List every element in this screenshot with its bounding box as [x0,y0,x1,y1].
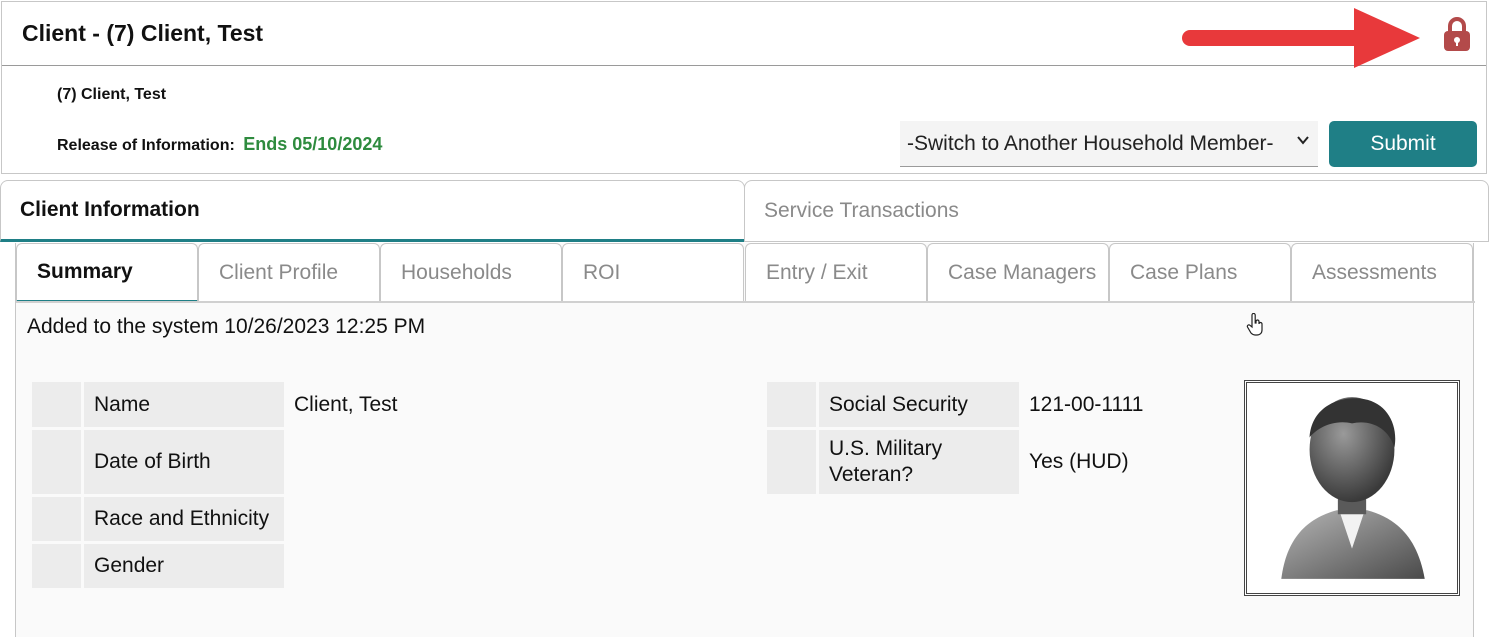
tab-entry-exit[interactable]: Entry / Exit [745,243,927,303]
client-information-panel: Summary Client Profile Households ROI En… [15,243,1475,637]
submit-button[interactable]: Submit [1329,121,1477,167]
tab-service-transactions[interactable]: Service Transactions [744,180,1489,242]
field-row-dob: Date of Birth [32,430,294,494]
field-label: Date of Birth [84,430,284,494]
field-label: U.S. Military Veteran? [819,430,1019,494]
field-label: Race and Ethnicity [84,497,284,541]
person-silhouette-icon [1281,397,1425,579]
tab-households[interactable]: Households [380,243,562,303]
field-value: Client, Test [294,392,398,416]
roi-info: Release of Information: Ends 05/10/2024 [57,134,382,155]
field-value: 121-00-1111 [1029,392,1144,416]
tab-case-managers[interactable]: Case Managers [927,243,1109,303]
tab-assessments[interactable]: Assessments [1291,243,1473,303]
tab-case-plans[interactable]: Case Plans [1109,243,1291,303]
row-marker [32,497,81,541]
field-value [284,544,294,588]
tab-client-information[interactable]: Client Information [0,180,745,242]
row-marker [32,544,81,588]
field-row-gender: Gender [32,544,294,588]
row-marker [32,430,81,494]
annotation-arrow-icon [1182,8,1420,68]
row-marker [32,382,81,427]
tab-summary[interactable]: Summary [16,243,198,303]
field-value: Yes (HUD) [1029,450,1129,473]
hand-pointer-icon [1246,313,1263,336]
roi-label: Release of Information: [57,137,235,154]
page-title: Client - (7) Client, Test [22,20,264,46]
outer-tab-bar: Client Information Service Transactions [0,180,1489,242]
field-value [284,430,294,494]
lock-icon[interactable] [1442,16,1472,52]
tab-roi[interactable]: ROI [562,243,744,303]
client-photo[interactable] [1244,380,1460,596]
client-name-label: (7) Client, Test [57,86,167,103]
field-row-veteran: U.S. Military Veteran? Yes (HUD) [767,430,1129,494]
roi-status[interactable]: Ends 05/10/2024 [243,134,382,154]
inner-tab-bar: Summary Client Profile Households ROI En… [16,243,1475,303]
field-value [284,497,294,541]
field-label: Gender [84,544,284,588]
row-marker [767,382,816,427]
client-header-panel: Client - (7) Client, Test (7) Client, Te… [1,1,1487,174]
tab-divider [16,301,1475,303]
added-to-system-text: Added to the system 10/26/2023 12:25 PM [27,315,426,338]
tab-client-profile[interactable]: Client Profile [198,243,380,303]
chevron-down-icon [1297,136,1309,145]
field-row-name: Name Client, Test [32,382,398,427]
row-marker [767,430,816,494]
field-label: Name [84,382,284,427]
household-select-value: -Switch to Another Household Member- [907,131,1274,155]
household-member-select[interactable]: -Switch to Another Household Member- [900,121,1318,167]
field-row-race-ethnicity: Race and Ethnicity [32,497,294,541]
field-label: Social Security [819,382,1019,427]
field-row-ssn: Social Security 121-00-1111 [767,382,1143,427]
